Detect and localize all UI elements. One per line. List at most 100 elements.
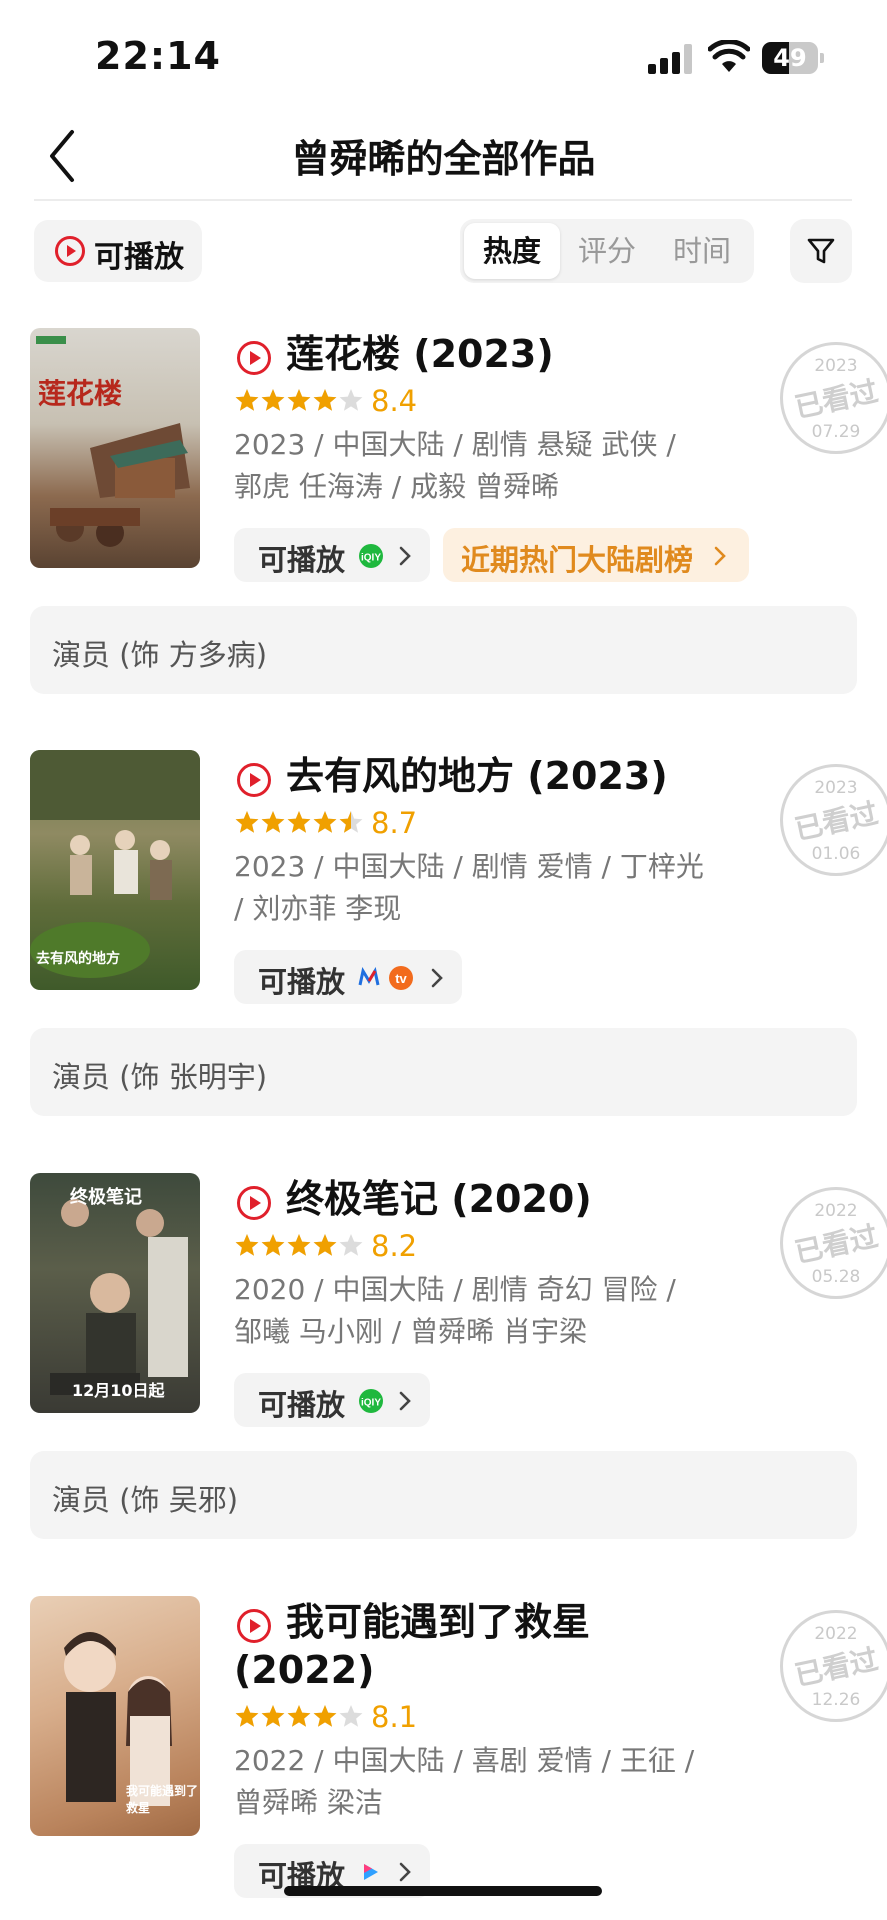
star-icon	[339, 1234, 363, 1256]
work-card[interactable]: 我可能遇到了救星 我可能遇到了救星 (2022) 8.1 2022 / 中国大陆…	[0, 1596, 887, 1906]
star-icon	[261, 1705, 285, 1727]
poster-image[interactable]: 我可能遇到了救星	[30, 1596, 200, 1836]
star-rating	[235, 1705, 363, 1727]
star-icon	[235, 1705, 259, 1727]
star-icon	[261, 389, 285, 411]
work-meta: 2023 / 中国大陆 / 剧情 悬疑 武侠 / 郭虎 任海涛 / 成毅 曾舜晞	[234, 428, 676, 503]
star-rating	[235, 1234, 363, 1256]
sort-tab-time[interactable]: 时间	[654, 223, 750, 279]
sort-tab-rating[interactable]: 评分	[559, 223, 655, 279]
work-title[interactable]: 去有风的地方 (2023)	[286, 752, 846, 800]
playable-filter-button[interactable]: 可播放	[34, 220, 202, 282]
role-box[interactable]: 演员 (饰 方多病)	[30, 606, 857, 694]
star-icon	[235, 811, 259, 833]
mgtv-icon	[358, 967, 380, 986]
iqiyi-icon: iQIY	[359, 544, 383, 568]
star-icon	[313, 1705, 337, 1727]
role-box[interactable]: 演员 (饰 吴邪)	[30, 1451, 857, 1539]
sort-tabs: 热度 评分 时间	[460, 219, 754, 283]
rating-score: 8.7	[371, 806, 418, 840]
filter-button[interactable]	[790, 219, 852, 283]
play-circle-icon	[237, 1186, 271, 1220]
rating-score: 8.1	[371, 1700, 418, 1734]
poster-title: 我可能遇到了救星	[126, 1784, 199, 1815]
work-meta: 2020 / 中国大陆 / 剧情 奇幻 冒险 / 邹曦 马小刚 / 曾舜晞 肖宇…	[234, 1273, 676, 1348]
star-icon	[287, 1705, 311, 1727]
work-meta: 2023 / 中国大陆 / 剧情 爱情 / 丁梓光 / 刘亦菲 李现	[234, 850, 704, 925]
signal-icon	[648, 44, 694, 74]
iqiyi-icon: iQIY	[359, 1389, 383, 1413]
wifi-icon	[708, 40, 750, 72]
chevron-right-icon	[714, 546, 726, 566]
status-time: 22:14	[95, 34, 221, 78]
play-label: 可播放	[258, 965, 346, 999]
play-button[interactable]: 可播放 iQIY	[234, 1373, 430, 1427]
work-title[interactable]: 终极笔记 (2020)	[286, 1175, 846, 1223]
star-icon	[313, 389, 337, 411]
star-icon	[339, 1705, 363, 1727]
star-icon	[261, 811, 285, 833]
svg-text:tv: tv	[395, 971, 407, 986]
work-card[interactable]: 莲花楼 莲花楼 (2023) 8.4 2023 / 中国大陆 / 剧情 悬疑 武…	[0, 328, 887, 694]
playable-filter-label: 可播放	[94, 240, 184, 275]
star-icon	[313, 811, 337, 833]
role-box[interactable]: 演员 (饰 张明宇)	[30, 1028, 857, 1116]
star-icon	[287, 1234, 311, 1256]
play-circle-icon	[55, 236, 85, 266]
play-circle-icon	[237, 763, 271, 797]
work-card[interactable]: 终极笔记 12月10日起 终极笔记 (2020) 8.2 2020 / 中国大陆…	[0, 1173, 887, 1539]
chevron-right-icon	[431, 968, 443, 988]
chevron-right-icon	[399, 1391, 411, 1411]
star-icon	[235, 389, 259, 411]
work-title[interactable]: 莲花楼 (2023)	[286, 330, 846, 378]
status-bar: 22:14 49	[0, 0, 887, 110]
watched-stamp: 2022 已看过 12.26	[780, 1610, 887, 1722]
play-label: 可播放	[258, 1388, 346, 1422]
poster-image[interactable]: 莲花楼	[30, 328, 200, 568]
work-meta: 2022 / 中国大陆 / 喜剧 爱情 / 王征 / 曾舜晞 梁洁	[234, 1744, 695, 1819]
work-title[interactable]: 我可能遇到了救星 (2022)	[234, 1598, 614, 1694]
divider	[34, 199, 852, 201]
rank-label: 近期热门大陆剧榜	[461, 543, 694, 577]
poster-title: 莲花楼	[38, 377, 123, 410]
battery-icon: 49	[762, 42, 824, 74]
play-button[interactable]: 可播放 tv	[234, 950, 462, 1004]
rank-badge-button[interactable]: 近期热门大陆剧榜	[443, 528, 749, 582]
star-rating	[235, 811, 363, 833]
battery-level: 49	[773, 44, 807, 72]
youku-icon	[364, 1864, 378, 1880]
star-icon	[339, 389, 363, 411]
star-icon	[313, 1234, 337, 1256]
star-icon	[235, 1234, 259, 1256]
play-circle-icon	[237, 341, 271, 375]
filter-icon	[807, 238, 835, 264]
watched-stamp: 2023 已看过 01.06	[780, 764, 887, 876]
sort-tab-heat[interactable]: 热度	[464, 223, 560, 279]
star-icon	[287, 389, 311, 411]
rating-score: 8.2	[371, 1229, 418, 1263]
star-icon	[287, 811, 311, 833]
poster-art	[36, 336, 190, 547]
poster-title: 去有风的地方	[36, 951, 120, 967]
rating-score: 8.4	[371, 384, 418, 418]
poster-image[interactable]: 终极笔记 12月10日起	[30, 1173, 200, 1413]
stamp-date: 05.28	[811, 1267, 861, 1287]
play-label: 可播放	[258, 543, 346, 577]
work-card[interactable]: 去有风的地方 去有风的地方 (2023) 8.7 2023 / 中国大陆 / 剧…	[0, 750, 887, 1116]
play-button[interactable]: 可播放 iQIY	[234, 528, 430, 582]
chevron-right-icon	[399, 1862, 411, 1882]
svg-text:iQIY: iQIY	[361, 1398, 381, 1409]
svg-text:iQIY: iQIY	[361, 553, 381, 564]
watched-stamp: 2022 已看过 05.28	[780, 1187, 887, 1299]
chevron-right-icon	[399, 546, 411, 566]
stamp-date: 12.26	[811, 1690, 861, 1710]
stamp-date: 07.29	[811, 422, 861, 442]
nav-bar: 曾舜晞的全部作品	[0, 110, 887, 200]
stamp-date: 01.06	[811, 844, 861, 864]
poster-image[interactable]: 去有风的地方	[30, 750, 200, 990]
role-label: 演员 (饰 张明宇)	[52, 1060, 268, 1094]
role-label: 演员 (饰 方多病)	[52, 638, 268, 672]
role-label: 演员 (饰 吴邪)	[52, 1483, 239, 1517]
poster-title: 终极笔记	[70, 1187, 142, 1208]
home-indicator	[284, 1886, 602, 1896]
